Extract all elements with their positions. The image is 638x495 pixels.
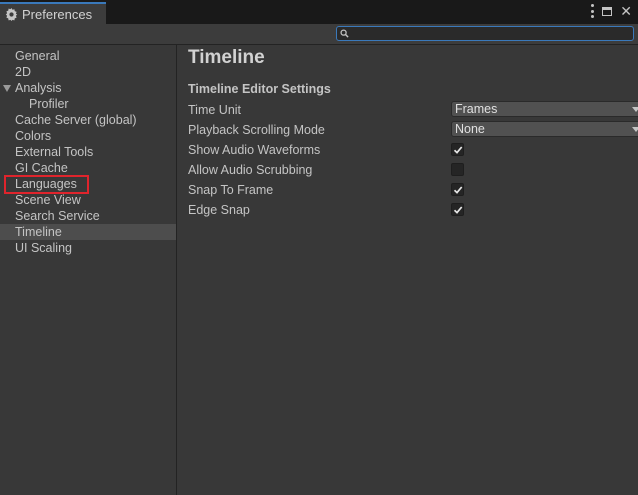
sidebar-item-search-service[interactable]: Search Service xyxy=(0,208,176,224)
search-icon xyxy=(340,29,349,38)
preferences-tab[interactable]: Preferences xyxy=(0,2,106,24)
sidebar-item-label: Timeline xyxy=(15,225,62,239)
setting-label: Show Audio Waveforms xyxy=(188,143,321,157)
sidebar-item-cache-server[interactable]: Cache Server (global) xyxy=(0,112,176,128)
setting-time-unit: Time Unit Frames xyxy=(188,101,638,119)
sidebar-item-label: Colors xyxy=(15,129,52,143)
setting-label: Snap To Frame xyxy=(188,183,274,197)
time-unit-dropdown[interactable]: Frames xyxy=(451,101,638,117)
sidebar-item-colors[interactable]: Colors xyxy=(0,128,176,144)
checkmark-icon xyxy=(453,186,463,194)
sidebar-item-general[interactable]: General xyxy=(0,48,176,64)
setting-allow-audio-scrubbing: Allow Audio Scrubbing xyxy=(188,161,638,179)
snap-to-frame-checkbox[interactable] xyxy=(451,183,464,196)
checkmark-icon xyxy=(453,206,463,214)
kebab-menu-icon[interactable] xyxy=(590,4,594,18)
dropdown-value: Frames xyxy=(455,102,498,116)
sidebar-item-2d[interactable]: 2D xyxy=(0,64,176,80)
sidebar-item-label: 2D xyxy=(15,65,31,79)
sidebar-item-gi-cache[interactable]: GI Cache xyxy=(0,160,176,176)
sidebar-item-label: External Tools xyxy=(15,145,94,159)
sidebar-item-external-tools[interactable]: External Tools xyxy=(0,144,176,160)
expand-arrow-icon[interactable] xyxy=(3,85,11,92)
sidebar-item-label: Search Service xyxy=(15,209,100,223)
sidebar-item-label: Scene View xyxy=(15,193,81,207)
dropdown-arrow-icon xyxy=(632,107,638,112)
setting-edge-snap: Edge Snap xyxy=(188,201,638,219)
setting-label: Allow Audio Scrubbing xyxy=(188,163,313,177)
sidebar-item-label: Analysis xyxy=(15,81,62,95)
settings-panel: Timeline Timeline Editor Settings Time U… xyxy=(177,45,638,495)
sidebar-item-label: Languages xyxy=(15,177,77,191)
sidebar-item-scene-view[interactable]: Scene View xyxy=(0,192,176,208)
sidebar-item-languages[interactable]: Languages xyxy=(0,176,176,192)
page-title: Timeline xyxy=(188,47,265,68)
gear-icon xyxy=(5,7,18,21)
window-controls: ✕ xyxy=(590,4,632,18)
preferences-sidebar: General 2D Analysis Profiler Cache Serve… xyxy=(0,45,177,495)
sidebar-item-timeline[interactable]: Timeline xyxy=(0,224,176,240)
setting-playback-scrolling-mode: Playback Scrolling Mode None xyxy=(188,121,638,139)
checkmark-icon xyxy=(453,146,463,154)
sidebar-item-label: UI Scaling xyxy=(15,241,72,255)
allow-audio-scrubbing-checkbox[interactable] xyxy=(451,163,464,176)
search-input[interactable] xyxy=(349,27,622,40)
setting-snap-to-frame: Snap To Frame xyxy=(188,181,638,199)
toolbar xyxy=(0,24,638,45)
edge-snap-checkbox[interactable] xyxy=(451,203,464,216)
setting-show-audio-waveforms: Show Audio Waveforms xyxy=(188,141,638,159)
sidebar-item-label: GI Cache xyxy=(15,161,68,175)
sidebar-item-label: Cache Server (global) xyxy=(15,113,137,127)
show-audio-waveforms-checkbox[interactable] xyxy=(451,143,464,156)
setting-label: Time Unit xyxy=(188,103,242,117)
section-title: Timeline Editor Settings xyxy=(188,82,331,96)
window-titlebar: Preferences ✕ xyxy=(0,0,638,24)
setting-label: Edge Snap xyxy=(188,203,250,217)
sidebar-item-analysis[interactable]: Analysis xyxy=(0,80,176,96)
sidebar-item-label: General xyxy=(15,49,60,63)
sidebar-item-label: Profiler xyxy=(29,97,69,111)
sidebar-item-profiler[interactable]: Profiler xyxy=(0,96,176,112)
setting-label: Playback Scrolling Mode xyxy=(188,123,325,137)
dropdown-value: None xyxy=(455,122,485,136)
window-title: Preferences xyxy=(22,6,93,22)
playback-scrolling-mode-dropdown[interactable]: None xyxy=(451,121,638,137)
search-field[interactable] xyxy=(336,26,634,41)
sidebar-item-ui-scaling[interactable]: UI Scaling xyxy=(0,240,176,256)
maximize-icon[interactable] xyxy=(602,6,613,16)
close-icon[interactable]: ✕ xyxy=(620,4,632,18)
dropdown-arrow-icon xyxy=(632,127,638,132)
